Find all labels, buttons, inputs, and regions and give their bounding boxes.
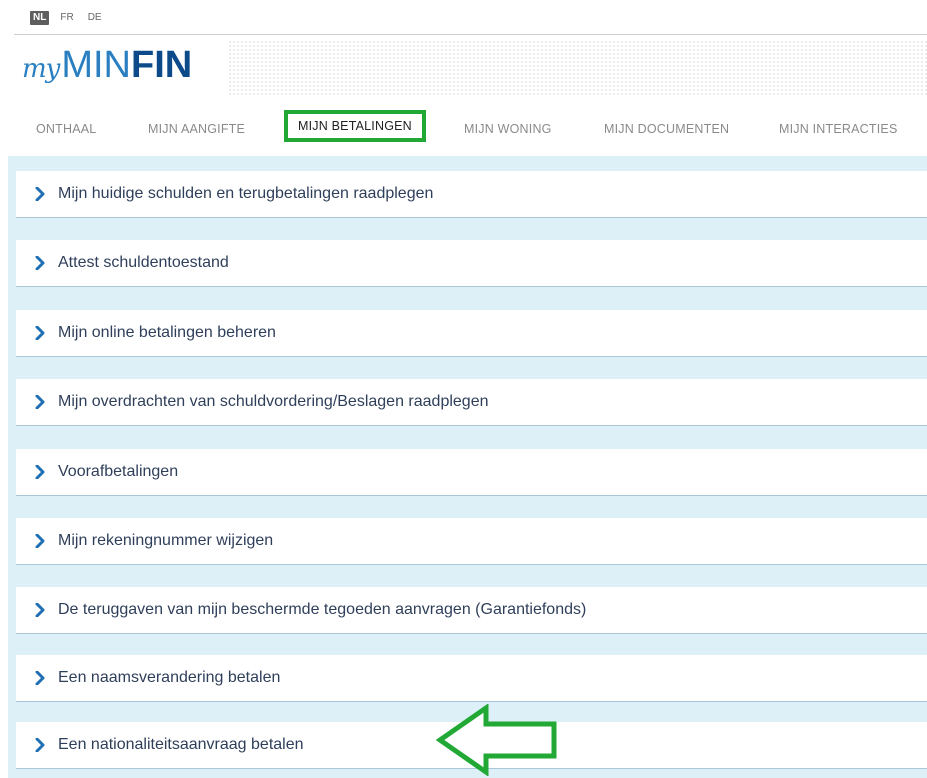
menu-item-garantiefonds[interactable]: De teruggaven van mijn beschermde tegoed… xyxy=(16,587,927,634)
nav-tab-mijn-documenten[interactable]: MIJN DOCUMENTEN xyxy=(604,122,729,136)
menu-item-voorafbetalingen[interactable]: Voorafbetalingen xyxy=(16,449,927,496)
menu-item-label: Een nationaliteitsaanvraag betalen xyxy=(58,736,304,753)
chevron-right-icon xyxy=(30,534,50,548)
menu-item-label: Mijn rekeningnummer wijzigen xyxy=(58,532,274,549)
nav-tab-mijn-aangifte[interactable]: MIJN AANGIFTE xyxy=(148,122,245,136)
chevron-right-icon xyxy=(30,738,50,752)
menu-item-label: Attest schuldentoestand xyxy=(58,254,229,271)
menu-item-rekeningnummer-wijzigen[interactable]: Mijn rekeningnummer wijzigen xyxy=(16,518,927,565)
menu-item-label: Mijn overdrachten van schuldvordering/Be… xyxy=(58,393,489,410)
chevron-right-icon xyxy=(30,326,50,340)
language-nl[interactable]: NL xyxy=(30,11,50,25)
chevron-right-icon xyxy=(30,603,50,617)
language-de[interactable]: DE xyxy=(85,11,105,25)
header-pattern xyxy=(228,40,927,96)
menu-item-label: Mijn huidige schulden en terugbetalingen… xyxy=(58,185,434,202)
header-divider xyxy=(14,34,927,35)
menu-item-label: Voorafbetalingen xyxy=(58,463,179,480)
menu-item-naamsverandering[interactable]: Een naamsverandering betalen xyxy=(16,655,927,702)
nav-tab-onthaal[interactable]: ONTHAAL xyxy=(36,122,96,136)
nav-tab-mijn-betalingen[interactable]: MIJN BETALINGEN xyxy=(284,110,426,142)
menu-item-overdrachten-beslagen[interactable]: Mijn overdrachten van schuldvordering/Be… xyxy=(16,379,927,426)
chevron-right-icon xyxy=(30,465,50,479)
menu-item-label: Een naamsverandering betalen xyxy=(58,669,281,686)
myminfin-logo[interactable]: my MIN FIN xyxy=(22,44,192,87)
menu-item-label: De teruggaven van mijn beschermde tegoed… xyxy=(58,601,587,618)
language-fr[interactable]: FR xyxy=(57,11,76,25)
menu-item-attest-schuldentoestand[interactable]: Attest schuldentoestand xyxy=(16,240,927,287)
nav-tab-mijn-woning[interactable]: MIJN WONING xyxy=(464,122,552,136)
menu-item-huidige-schulden[interactable]: Mijn huidige schulden en terugbetalingen… xyxy=(16,171,927,218)
language-switcher: NL FR DE xyxy=(30,11,105,25)
menu-item-nationaliteitsaanvraag[interactable]: Een nationaliteitsaanvraag betalen xyxy=(16,722,927,769)
chevron-right-icon xyxy=(30,256,50,270)
nav-tab-mijn-interacties[interactable]: MIJN INTERACTIES xyxy=(779,122,897,136)
logo-min: MIN xyxy=(61,44,131,86)
logo-fin: FIN xyxy=(131,44,193,86)
menu-item-label: Mijn online betalingen beheren xyxy=(58,324,276,341)
page: NL FR DE my MIN FIN ONTHAAL MIJN AANGIFT… xyxy=(0,0,927,778)
chevron-right-icon xyxy=(30,187,50,201)
logo-my: my xyxy=(22,54,60,84)
main-navigation: ONTHAAL MIJN AANGIFTE MIJN BETALINGEN MI… xyxy=(14,110,927,154)
payments-menu-panel: Mijn huidige schulden en terugbetalingen… xyxy=(8,156,927,778)
chevron-right-icon xyxy=(30,395,50,409)
chevron-right-icon xyxy=(30,671,50,685)
menu-item-online-betalingen[interactable]: Mijn online betalingen beheren xyxy=(16,310,927,357)
